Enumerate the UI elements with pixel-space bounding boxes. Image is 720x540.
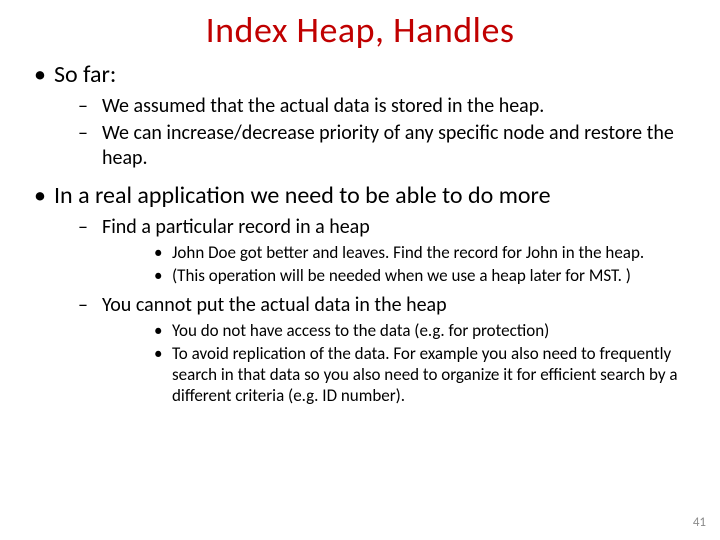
- slide-title: Index Heap, Handles: [30, 8, 690, 52]
- bullet-text: In a real application we need to be able…: [54, 181, 551, 210]
- bullet-text: We assumed that the actual data is store…: [102, 94, 544, 118]
- slide: Index Heap, Handles So far: We assumed t…: [0, 0, 720, 540]
- bullet-l2: We assumed that the actual data is store…: [54, 94, 690, 119]
- bullet-l1: So far: We assumed that the actual data …: [30, 60, 690, 171]
- bullet-subsublist: You do not have access to the data (e.g.…: [102, 320, 690, 407]
- bullet-l3: To avoid replication of the data. For ex…: [102, 343, 690, 407]
- bullet-l2: We can increase/decrease priority of any…: [54, 121, 690, 171]
- bullet-subsublist: John Doe got better and leaves. Find the…: [102, 242, 690, 287]
- bullet-sublist: Find a particular record in a heap John …: [54, 215, 690, 407]
- bullet-text: To avoid replication of the data. For ex…: [172, 343, 678, 407]
- bullet-l1: In a real application we need to be able…: [30, 181, 690, 407]
- bullet-text: Find a particular record in a heap: [102, 215, 370, 239]
- bullet-text: (This operation will be needed when we u…: [172, 265, 631, 286]
- page-number: 41: [693, 515, 706, 530]
- bullet-text: You do not have access to the data (e.g.…: [172, 320, 549, 341]
- bullet-text: John Doe got better and leaves. Find the…: [172, 242, 644, 263]
- bullet-l3: John Doe got better and leaves. Find the…: [102, 242, 690, 263]
- bullet-l2: Find a particular record in a heap John …: [54, 215, 690, 287]
- bullet-l3: (This operation will be needed when we u…: [102, 265, 690, 286]
- bullet-l3: You do not have access to the data (e.g.…: [102, 320, 690, 341]
- bullet-text: So far:: [54, 60, 116, 89]
- bullet-sublist: We assumed that the actual data is store…: [54, 94, 690, 171]
- bullet-l2: You cannot put the actual data in the he…: [54, 293, 690, 407]
- bullet-list: So far: We assumed that the actual data …: [30, 60, 690, 407]
- bullet-text: We can increase/decrease priority of any…: [102, 121, 674, 170]
- bullet-text: You cannot put the actual data in the he…: [102, 293, 447, 317]
